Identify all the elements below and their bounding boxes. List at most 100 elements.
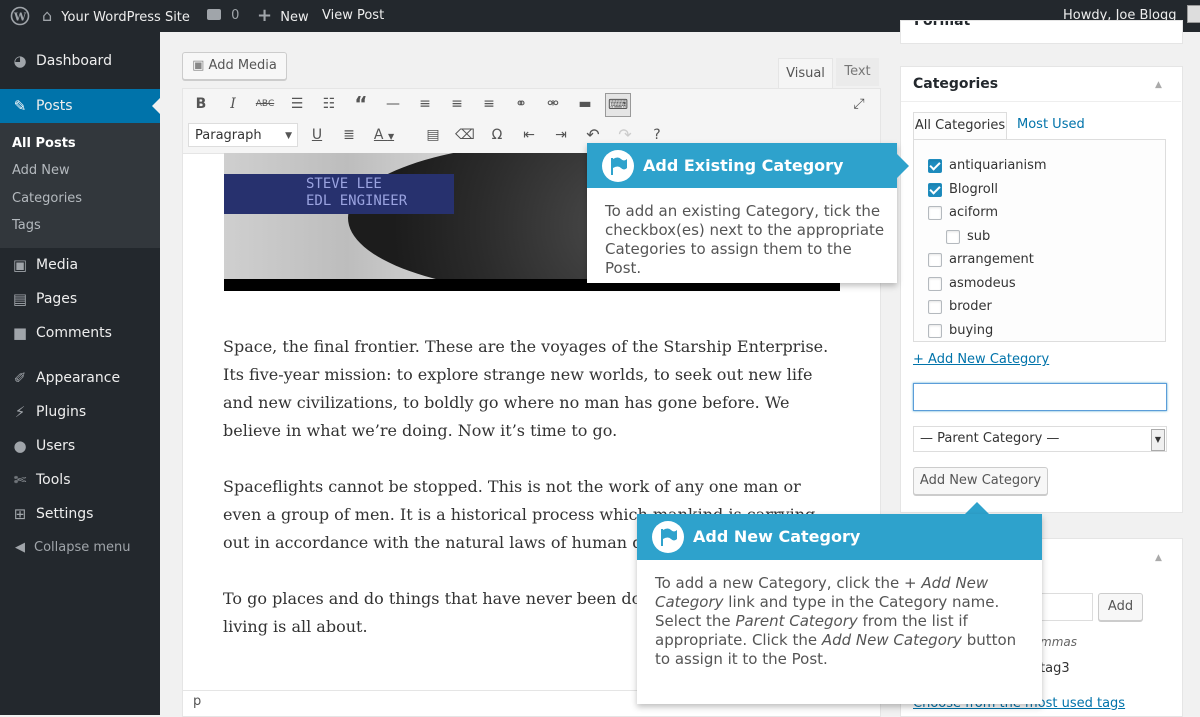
add-new-category-button[interactable]: Add New Category	[913, 467, 1048, 495]
menu-users-label: Users	[36, 438, 76, 454]
category-label: aciform	[949, 205, 999, 220]
collapse-arrow-icon: ◀	[15, 540, 25, 555]
tab-most-used[interactable]: Most Used	[1017, 117, 1085, 132]
category-item[interactable]: sub	[946, 226, 990, 248]
pointer-header: Add New Category	[637, 514, 1042, 560]
strikethrough-icon[interactable]: ABC	[254, 93, 276, 115]
underline-icon[interactable]: U	[306, 124, 328, 146]
submenu-all-posts[interactable]: All Posts	[12, 133, 76, 155]
checkbox[interactable]	[928, 253, 942, 267]
menu-media-label: Media	[36, 257, 79, 273]
submenu-categories[interactable]: Categories	[12, 188, 82, 210]
category-item[interactable]: buying	[928, 320, 993, 342]
menu-comments[interactable]: ■ Comments	[0, 316, 160, 350]
pointer-arrow	[897, 154, 909, 178]
add-tag-button[interactable]: Add	[1098, 593, 1143, 621]
menu-users[interactable]: ● Users	[0, 429, 160, 463]
view-post-link[interactable]: View Post	[322, 0, 384, 32]
checkbox[interactable]	[928, 324, 942, 338]
new-content-link[interactable]: + New	[257, 0, 309, 32]
submenu-add-new[interactable]: Add New	[12, 160, 70, 182]
unlink-icon[interactable]: ⚮	[542, 93, 564, 115]
checkbox[interactable]	[928, 206, 942, 220]
tags-collapse-arrow-icon[interactable]: ▲	[1155, 553, 1162, 563]
category-item[interactable]: asmodeus	[928, 273, 1016, 295]
collapse-arrow-up-icon[interactable]: ▲	[1155, 80, 1162, 90]
align-center-icon[interactable]: ≡	[446, 93, 468, 115]
special-character-icon[interactable]: Ω	[486, 124, 508, 146]
pointer-title: Add New Category	[693, 527, 861, 546]
blockquote-icon[interactable]: “	[350, 93, 372, 115]
comments-link[interactable]: 0	[207, 0, 239, 32]
menu-tools[interactable]: ✄ Tools	[0, 463, 160, 497]
new-label: New	[280, 10, 309, 25]
pointer-add-existing-category: Add Existing Category To add an existing…	[587, 143, 897, 283]
category-item[interactable]: broder	[928, 296, 992, 318]
checkbox[interactable]	[928, 300, 942, 314]
checkbox[interactable]	[946, 230, 960, 244]
plugin-icon: ⚡	[14, 403, 26, 421]
brush-icon: ✐	[13, 369, 27, 387]
flag-icon	[652, 521, 684, 553]
collapse-menu[interactable]: ◀ Collapse menu	[0, 531, 160, 565]
select-arrow-icon: ▼	[1151, 429, 1165, 451]
format-select[interactable]: Paragraph ▼	[188, 123, 298, 147]
indent-icon[interactable]: ⇥	[550, 124, 572, 146]
menu-pages[interactable]: ▤ Pages	[0, 282, 160, 316]
category-item[interactable]: Blogroll	[928, 179, 998, 201]
menu-posts[interactable]: ✎ Posts	[0, 89, 160, 123]
category-label: asmodeus	[949, 276, 1016, 291]
admin-sidebar: ◕ Dashboard ✎ Posts All Posts Add New Ca…	[0, 32, 160, 715]
chevron-down-icon: ▼	[285, 131, 292, 141]
checkbox-checked[interactable]	[928, 159, 942, 173]
italic-icon[interactable]: I	[222, 93, 244, 115]
read-more-icon[interactable]: ▬	[574, 93, 596, 115]
category-item[interactable]: antiquarianism	[928, 155, 1047, 177]
clear-formatting-icon[interactable]: ⌫	[454, 124, 476, 146]
format-box-title: Format	[914, 20, 971, 29]
tag-item[interactable]: tag3	[1040, 661, 1070, 676]
category-item[interactable]: arrangement	[928, 249, 1034, 271]
toolbar-toggle-icon[interactable]: ⌨	[605, 93, 631, 117]
align-left-icon[interactable]: ≡	[414, 93, 436, 115]
tab-visual[interactable]: Visual	[778, 58, 833, 89]
menu-media[interactable]: ▣ Media	[0, 248, 160, 282]
svg-text:W: W	[13, 11, 27, 24]
bold-icon[interactable]: B	[190, 93, 212, 115]
tags-hint: mmas	[1040, 635, 1077, 649]
fullscreen-icon[interactable]: ⤢	[848, 93, 870, 115]
add-new-category-link[interactable]: + Add New Category	[913, 352, 1049, 367]
wordpress-logo-icon[interactable]: W	[10, 0, 30, 32]
new-category-input[interactable]	[913, 383, 1167, 411]
bullet-list-icon[interactable]: ☰	[286, 93, 308, 115]
format-select-value: Paragraph	[195, 128, 262, 143]
menu-settings[interactable]: ⊞ Settings	[0, 497, 160, 531]
tab-text[interactable]: Text	[836, 58, 879, 86]
outdent-icon[interactable]: ⇤	[518, 124, 540, 146]
menu-dashboard[interactable]: ◕ Dashboard	[0, 44, 160, 78]
site-home-link[interactable]: ⌂ Your WordPress Site	[42, 0, 190, 32]
paste-text-icon[interactable]: ▤	[422, 124, 444, 146]
link-icon[interactable]: ⚭	[510, 93, 532, 115]
horizontal-line-icon[interactable]: —	[382, 93, 404, 115]
element-path[interactable]: p	[193, 694, 201, 709]
text-color-icon[interactable]: A ▼	[370, 124, 398, 146]
comment-bubble-icon	[207, 9, 221, 20]
pin-icon: ✎	[13, 97, 27, 115]
collapse-menu-label: Collapse menu	[34, 540, 131, 555]
menu-appearance[interactable]: ✐ Appearance	[0, 361, 160, 395]
menu-plugins[interactable]: ⚡ Plugins	[0, 395, 160, 429]
paragraph-1[interactable]: Space, the final frontier. These are the…	[223, 333, 843, 445]
add-media-button[interactable]: ▣ Add Media	[182, 52, 287, 80]
checkbox[interactable]	[928, 277, 942, 291]
parent-category-select[interactable]: — Parent Category — ▼	[913, 426, 1167, 452]
justify-icon[interactable]: ≣	[338, 124, 360, 146]
pointer-body: To add a new Category, click the + Add N…	[655, 574, 1027, 669]
tab-all-categories[interactable]: All Categories	[913, 112, 1007, 140]
submenu-tags[interactable]: Tags	[12, 215, 41, 237]
category-item[interactable]: aciform	[928, 202, 998, 224]
numbered-list-icon[interactable]: ☷	[318, 93, 340, 115]
align-right-icon[interactable]: ≡	[478, 93, 500, 115]
checkbox-checked[interactable]	[928, 183, 942, 197]
pointer-text: To add a new Category, click the	[655, 574, 905, 592]
